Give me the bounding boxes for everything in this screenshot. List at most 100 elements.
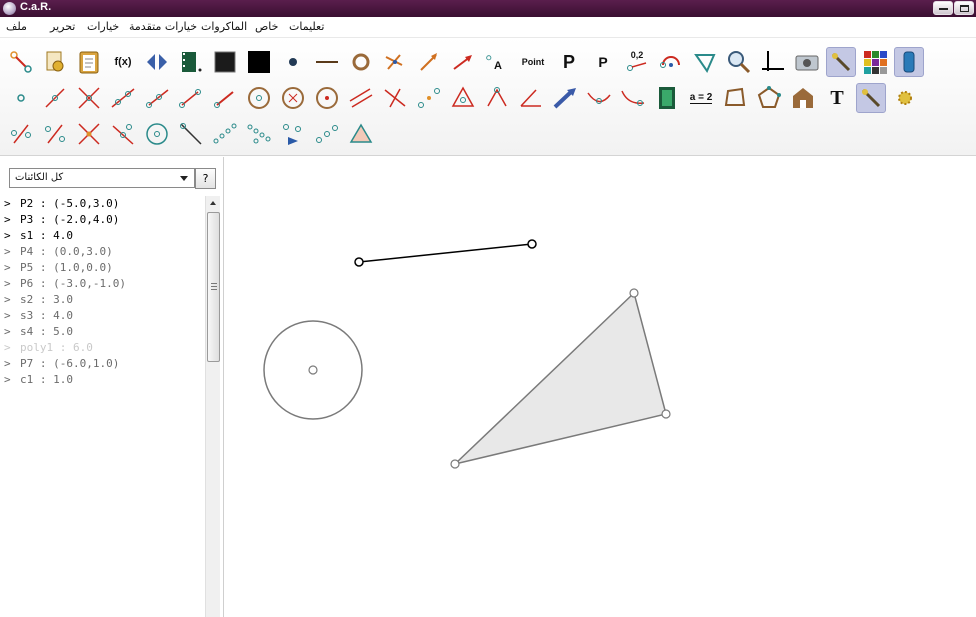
list-item[interactable]: > s1 : 4.0 xyxy=(4,228,202,244)
list-item[interactable]: > P3 : (-2.0,4.0) xyxy=(4,212,202,228)
parallel-tool[interactable] xyxy=(346,83,376,113)
point-label-tool[interactable]: A xyxy=(482,47,512,77)
point-p6[interactable] xyxy=(450,459,460,469)
circle-style-tool[interactable] xyxy=(346,47,376,77)
menu-file[interactable]: ملف xyxy=(6,20,27,33)
menu-advanced-options[interactable]: خيارات متقدمة xyxy=(129,20,197,33)
arrow-tool[interactable] xyxy=(414,47,444,77)
function-tool[interactable]: f(x) xyxy=(108,47,138,77)
p-small-tool[interactable]: P xyxy=(588,47,618,77)
animation-tool[interactable] xyxy=(652,83,682,113)
move-tool[interactable] xyxy=(550,83,580,113)
points-chain-tool[interactable] xyxy=(244,119,274,149)
cross-tool[interactable] xyxy=(74,119,104,149)
filled-square-tool[interactable] xyxy=(210,47,240,77)
transform-tool[interactable] xyxy=(278,119,308,149)
function-graph-tool[interactable] xyxy=(618,83,648,113)
axes-tool[interactable] xyxy=(758,47,788,77)
tube-tool[interactable] xyxy=(894,47,924,77)
angle-tool[interactable] xyxy=(482,83,512,113)
point-tool[interactable] xyxy=(6,83,36,113)
circle-center-tool[interactable] xyxy=(142,119,172,149)
circle3-tool[interactable] xyxy=(278,83,308,113)
arrow-red-tool[interactable] xyxy=(448,47,478,77)
minimize-button[interactable] xyxy=(933,1,953,15)
fixed-segment-tool[interactable] xyxy=(210,83,240,113)
circle-tool[interactable] xyxy=(244,83,274,113)
segment-s1[interactable] xyxy=(358,243,533,263)
wand-active-tool[interactable] xyxy=(856,83,886,113)
polygon-points-tool[interactable] xyxy=(754,83,784,113)
object-filter-select[interactable]: كل الكائنات xyxy=(9,168,195,188)
midpoint-tool[interactable] xyxy=(414,83,444,113)
menu-edit[interactable]: تحرير xyxy=(50,20,75,33)
list-item[interactable]: > P5 : (1.0,0.0) xyxy=(4,260,202,276)
point-p7[interactable] xyxy=(308,365,318,375)
help-button[interactable]: ? xyxy=(195,168,216,189)
maximize-button[interactable] xyxy=(954,1,974,15)
arrow-point-tool[interactable] xyxy=(6,47,36,77)
point-p3[interactable] xyxy=(527,239,537,249)
clipboard-tool[interactable] xyxy=(74,47,104,77)
line-tool[interactable] xyxy=(108,83,138,113)
point-p4[interactable] xyxy=(629,288,639,298)
fixed-circle-tool[interactable] xyxy=(312,83,342,113)
menu-special[interactable]: خاص xyxy=(255,20,278,33)
palette-tool[interactable] xyxy=(860,47,890,77)
curve-tool[interactable] xyxy=(584,83,614,113)
vector-tool[interactable] xyxy=(176,83,206,113)
list-item[interactable]: > s4 : 5.0 xyxy=(4,324,202,340)
zoom-tool[interactable] xyxy=(724,47,754,77)
scroll-up-icon[interactable] xyxy=(206,196,221,211)
list-item[interactable]: > c1 : 1.0 xyxy=(4,372,202,388)
rotation-tool[interactable] xyxy=(40,119,70,149)
perpendicular-tool[interactable] xyxy=(380,83,410,113)
object-list-scrollbar[interactable] xyxy=(205,196,220,617)
segment-tool[interactable] xyxy=(40,83,70,113)
triangle-fill-tool[interactable] xyxy=(346,119,376,149)
menu-options[interactable]: خيارات xyxy=(87,20,119,33)
list-item[interactable]: > P2 : (-5.0,3.0) xyxy=(4,196,202,212)
list-item[interactable]: > P7 : (-6.0,1.0) xyxy=(4,356,202,372)
macro-tool[interactable] xyxy=(40,47,70,77)
list-item[interactable]: > poly1 : 6.0 xyxy=(4,340,202,356)
expression-tool[interactable]: a = 2 xyxy=(686,83,716,113)
triangle-tool[interactable] xyxy=(448,83,478,113)
line-style-tool[interactable] xyxy=(312,47,342,77)
camera-tool[interactable] xyxy=(792,47,822,77)
reflection-tool[interactable] xyxy=(6,119,36,149)
ray-tool[interactable] xyxy=(142,83,172,113)
scrollbar-thumb[interactable] xyxy=(207,212,220,362)
star-tool[interactable] xyxy=(890,83,920,113)
locus-tool[interactable] xyxy=(210,119,240,149)
polygon-poly1[interactable] xyxy=(452,291,667,466)
arc-tool[interactable] xyxy=(656,47,686,77)
value-tool[interactable]: 0,2 xyxy=(622,47,652,77)
menu-macros[interactable]: الماكروات xyxy=(201,20,247,33)
polygon-tool[interactable] xyxy=(720,83,750,113)
reflect-tool[interactable] xyxy=(142,47,172,77)
points-tool[interactable] xyxy=(312,119,342,149)
point-text-tool[interactable]: Point xyxy=(516,47,550,77)
list-item[interactable]: > s2 : 3.0 xyxy=(4,292,202,308)
list-item[interactable]: > s3 : 4.0 xyxy=(4,308,202,324)
text-tool[interactable]: T xyxy=(822,83,852,113)
slash-tool[interactable] xyxy=(176,119,206,149)
point-p5[interactable] xyxy=(661,409,671,419)
black-square-tool[interactable] xyxy=(244,47,274,77)
tangent-tool[interactable] xyxy=(108,119,138,149)
dot-tool[interactable] xyxy=(278,47,308,77)
list-item[interactable]: > P6 : (-3.0,-1.0) xyxy=(4,276,202,292)
arrows-tool[interactable] xyxy=(380,47,410,77)
construction-canvas[interactable] xyxy=(226,157,976,617)
point-p2[interactable] xyxy=(354,257,364,267)
triangle-check-tool[interactable] xyxy=(690,47,720,77)
wand-tool[interactable] xyxy=(826,47,856,77)
list-item[interactable]: > P4 : (0.0,3.0) xyxy=(4,244,202,260)
intersection-tool[interactable] xyxy=(74,83,104,113)
menu-help[interactable]: تعليمات xyxy=(289,20,324,33)
p-bold-tool[interactable]: P xyxy=(554,47,584,77)
film-tool[interactable] xyxy=(176,47,206,77)
fixed-angle-tool[interactable] xyxy=(516,83,546,113)
house-tool[interactable] xyxy=(788,83,818,113)
